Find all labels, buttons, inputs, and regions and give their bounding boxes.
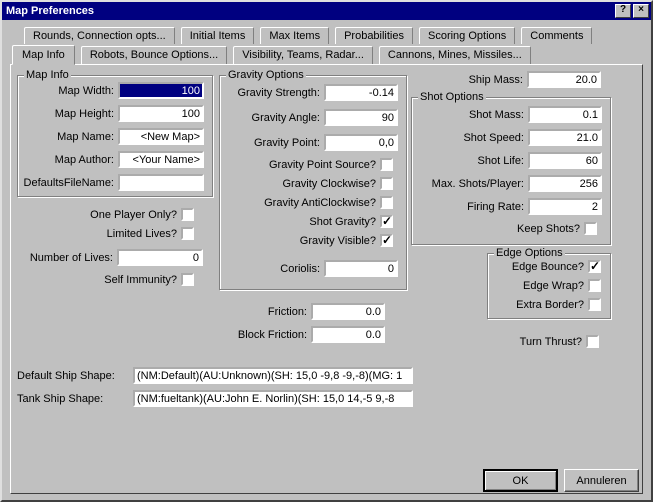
tab-comments[interactable]: Comments — [521, 27, 592, 44]
input-number-lives[interactable] — [117, 249, 203, 266]
lbl-limited-lives: Limited Lives? — [51, 228, 181, 240]
lbl-ship-mass: Ship Mass: — [411, 74, 527, 86]
group-shot: Shot Options Shot Mass: Shot Speed: Shot… — [411, 97, 611, 245]
lbl-one-player: One Player Only? — [51, 209, 181, 221]
lbl-extra-border: Extra Border? — [488, 299, 588, 311]
lbl-map-width: Map Width: — [18, 85, 118, 97]
group-title-shot: Shot Options — [418, 91, 486, 103]
tab-cannons-mines[interactable]: Cannons, Mines, Missiles... — [379, 46, 531, 65]
lbl-shot-life: Shot Life: — [412, 155, 528, 167]
titlebar: Map Preferences ? × — [2, 2, 651, 20]
group-gravity: Gravity Options Gravity Strength: Gravit… — [219, 75, 407, 290]
tab-page: Map Info Map Width: Map Height: Map Name… — [10, 64, 643, 494]
lbl-tank-ship-shape: Tank Ship Shape: — [17, 393, 133, 405]
lbl-coriolis: Coriolis: — [220, 263, 324, 275]
lbl-number-lives: Number of Lives: — [17, 252, 117, 264]
window-title: Map Preferences — [6, 5, 613, 17]
lbl-turn-thrust: Turn Thrust? — [481, 336, 586, 348]
tab-scoring-options[interactable]: Scoring Options — [419, 27, 515, 44]
tab-initial-items[interactable]: Initial Items — [181, 27, 255, 44]
lbl-shot-mass: Shot Mass: — [412, 109, 528, 121]
lbl-grav-ptsource: Gravity Point Source? — [220, 159, 380, 171]
lbl-map-height: Map Height: — [18, 108, 118, 120]
close-button[interactable]: × — [633, 4, 649, 18]
input-tank-ship-shape[interactable] — [133, 390, 413, 407]
input-map-height[interactable] — [118, 105, 204, 122]
lbl-self-immunity: Self Immunity? — [51, 274, 181, 286]
input-grav-angle[interactable] — [324, 109, 398, 126]
input-map-author[interactable] — [118, 151, 204, 168]
tab-probabilities[interactable]: Probabilities — [335, 27, 413, 44]
lbl-grav-visible: Gravity Visible? — [220, 235, 380, 247]
lbl-friction: Friction: — [221, 306, 311, 318]
chk-edge-bounce[interactable] — [588, 260, 601, 273]
group-title-edge: Edge Options — [494, 247, 565, 259]
lbl-grav-anticw: Gravity AntiClockwise? — [220, 197, 380, 209]
chk-grav-visible[interactable] — [380, 234, 393, 247]
input-shot-speed[interactable] — [528, 129, 602, 146]
input-grav-strength[interactable] — [324, 84, 398, 101]
input-firing-rate[interactable] — [528, 198, 602, 215]
lbl-grav-strength: Gravity Strength: — [220, 87, 324, 99]
chk-limited-lives[interactable] — [181, 227, 194, 240]
chk-keep-shots[interactable] — [584, 222, 597, 235]
lbl-max-shots: Max. Shots/Player: — [412, 178, 528, 190]
lbl-block-friction: Block Friction: — [221, 329, 311, 341]
lbl-default-ship-shape: Default Ship Shape: — [17, 370, 133, 382]
input-map-name[interactable] — [118, 128, 204, 145]
cancel-button[interactable]: Annuleren — [564, 469, 639, 492]
lbl-defaults-file: DefaultsFileName: — [18, 177, 118, 189]
tab-robots-bounce[interactable]: Robots, Bounce Options... — [81, 46, 227, 65]
group-title-map-info: Map Info — [24, 69, 71, 81]
lbl-edge-wrap: Edge Wrap? — [488, 280, 588, 292]
lbl-map-name: Map Name: — [18, 131, 118, 143]
chk-grav-anticw[interactable] — [380, 196, 393, 209]
lbl-firing-rate: Firing Rate: — [412, 201, 528, 213]
preferences-dialog: Map Preferences ? × Rounds, Connection o… — [0, 0, 653, 502]
tab-max-items[interactable]: Max Items — [260, 27, 329, 44]
lbl-edge-bounce: Edge Bounce? — [488, 261, 588, 273]
group-title-gravity: Gravity Options — [226, 69, 306, 81]
lbl-grav-angle: Gravity Angle: — [220, 112, 324, 124]
lbl-shot-speed: Shot Speed: — [412, 132, 528, 144]
group-edge: Edge Options Edge Bounce? Edge Wrap? Ext… — [487, 253, 611, 319]
lbl-grav-clockwise: Gravity Clockwise? — [220, 178, 380, 190]
input-map-width[interactable] — [118, 82, 204, 99]
group-map-info: Map Info Map Width: Map Height: Map Name… — [17, 75, 213, 197]
input-default-ship-shape[interactable] — [133, 367, 413, 384]
tab-visibility-teams[interactable]: Visibility, Teams, Radar... — [233, 46, 373, 65]
lbl-keep-shots: Keep Shots? — [412, 223, 584, 235]
chk-one-player[interactable] — [181, 208, 194, 221]
chk-shot-gravity[interactable] — [380, 215, 393, 228]
chk-grav-ptsource[interactable] — [380, 158, 393, 171]
chk-turn-thrust[interactable] — [586, 335, 599, 348]
input-friction[interactable] — [311, 303, 385, 320]
chk-grav-clockwise[interactable] — [380, 177, 393, 190]
input-ship-mass[interactable] — [527, 71, 601, 88]
input-defaults-file[interactable] — [118, 174, 204, 191]
chk-self-immunity[interactable] — [181, 273, 194, 286]
input-max-shots[interactable] — [528, 175, 602, 192]
input-coriolis[interactable] — [324, 260, 398, 277]
chk-extra-border[interactable] — [588, 298, 601, 311]
input-shot-life[interactable] — [528, 152, 602, 169]
tab-map-info[interactable]: Map Info — [12, 45, 75, 65]
input-grav-point[interactable] — [324, 134, 398, 151]
input-shot-mass[interactable] — [528, 106, 602, 123]
ok-button[interactable]: OK — [483, 469, 558, 492]
lbl-shot-gravity: Shot Gravity? — [220, 216, 380, 228]
lbl-map-author: Map Author: — [18, 154, 118, 166]
input-block-friction[interactable] — [311, 326, 385, 343]
chk-edge-wrap[interactable] — [588, 279, 601, 292]
tab-rounds-connection[interactable]: Rounds, Connection opts... — [24, 27, 175, 44]
help-button[interactable]: ? — [615, 4, 631, 18]
lbl-grav-point: Gravity Point: — [220, 137, 324, 149]
